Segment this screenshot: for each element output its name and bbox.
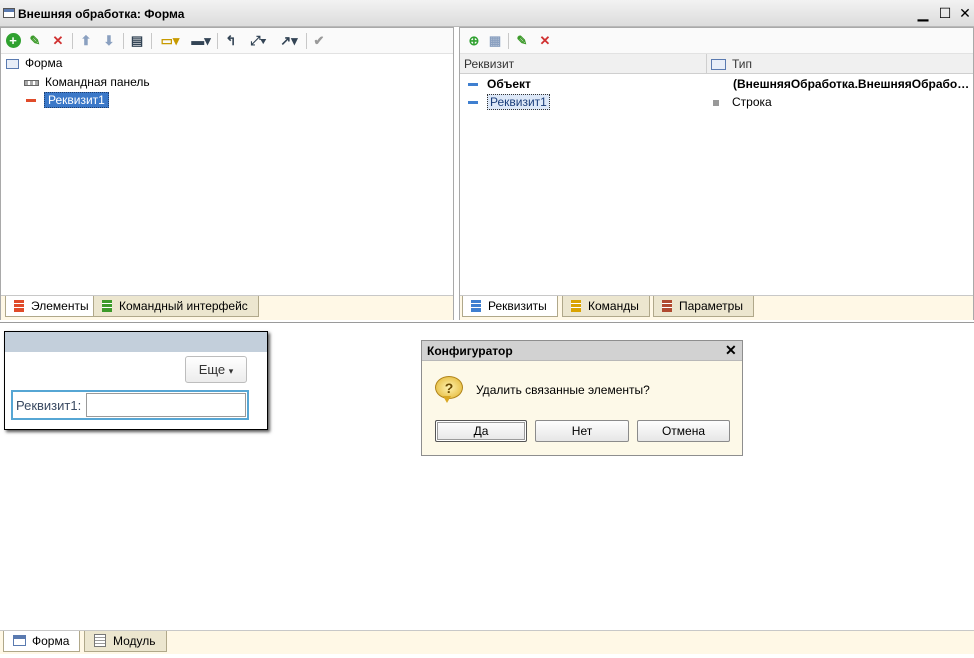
- tree-item-form[interactable]: Форма: [6, 54, 62, 72]
- attr-field-label: Реквизит1:: [16, 398, 82, 413]
- add-attribute-icon[interactable]: ⊕: [465, 32, 483, 50]
- column-header-attribute[interactable]: Реквизит: [460, 54, 707, 74]
- column-header-label: Тип: [732, 57, 753, 71]
- attribute-icon: [468, 83, 478, 87]
- form-icon: [6, 58, 19, 69]
- tree-item-command-bar[interactable]: Командная панель: [24, 73, 150, 91]
- edit-pencil-icon[interactable]: ✎: [26, 32, 44, 50]
- toolbar-separator: [72, 33, 73, 49]
- commands-tab-icon: [571, 300, 581, 312]
- toolbar-separator: [123, 33, 124, 49]
- group-dropdown-icon[interactable]: ▬▾: [187, 32, 215, 50]
- tab-attributes[interactable]: Реквизиты: [462, 296, 558, 317]
- type-column-icon: [711, 59, 726, 71]
- tab-module[interactable]: Модуль: [84, 631, 167, 652]
- dialog-titlebar: Конфигуратор ✕: [422, 341, 742, 361]
- move-down-icon[interactable]: ⬇: [100, 32, 118, 50]
- bottom-tabstrip: Форма Модуль: [0, 630, 974, 654]
- attribute-row-object[interactable]: Объект: [468, 75, 531, 93]
- toolbar-separator: [508, 33, 509, 49]
- delete-icon[interactable]: ✕: [536, 32, 554, 50]
- attributes-tab-icon: [471, 300, 481, 312]
- add-icon[interactable]: +: [4, 32, 22, 50]
- dialog-title: Конфигуратор: [427, 344, 513, 358]
- cancel-button[interactable]: Отмена: [637, 420, 730, 442]
- dialog-message: Удалить связанные элементы?: [476, 383, 650, 397]
- elements-pane: + ✎ ✕ ⬆ ⬇ ▤ ▭▾ ▬▾ ↰ ⤢▾ ↗▾ ✔ Форма Команд…: [0, 27, 454, 320]
- expand-dropdown-icon[interactable]: ↗▾: [275, 32, 303, 50]
- attribute-type-cell: Строка: [713, 93, 772, 111]
- toolbar-separator: [217, 33, 218, 49]
- tab-form[interactable]: Форма: [3, 631, 81, 652]
- tab-label: Реквизиты: [488, 299, 547, 313]
- question-icon: ?: [435, 376, 463, 404]
- toolbar-separator: [306, 33, 307, 49]
- more-button[interactable]: Еще ▾: [185, 356, 247, 383]
- maximize-button[interactable]: ☐: [937, 5, 953, 21]
- dialog-close-button[interactable]: ✕: [725, 342, 737, 359]
- edit-pencil-icon[interactable]: ✎: [513, 32, 531, 50]
- elements-toolbar: + ✎ ✕ ⬆ ⬇ ▤ ▭▾ ▬▾ ↰ ⤢▾ ↗▾ ✔: [1, 28, 453, 54]
- display-dropdown-icon[interactable]: ▭▾: [156, 32, 184, 50]
- string-type-icon: [713, 99, 719, 106]
- tab-label: Модуль: [113, 634, 156, 648]
- form-preview-icon[interactable]: ▤: [128, 32, 146, 50]
- tab-parameters[interactable]: Параметры: [653, 296, 754, 317]
- command-interface-tab-icon: [102, 300, 112, 312]
- form-tab-icon: [13, 635, 26, 646]
- delete-icon[interactable]: ✕: [49, 32, 67, 50]
- window-titlebar: Внешняя обработка: Форма ▁ ☐ ✕: [0, 0, 974, 27]
- elements-tab-icon: [14, 300, 24, 312]
- attribute-icon: [26, 99, 36, 103]
- attributes-pane: ⊕ ▦ ✎ ✕ Реквизит Тип Объект (ВнешняяОбра…: [459, 27, 974, 320]
- link-icon[interactable]: ↰: [222, 32, 240, 50]
- elements-tabstrip: Элементы Командный интерфейс: [1, 295, 453, 320]
- tab-label: Форма: [32, 634, 70, 648]
- copy-attribute-icon[interactable]: ▦: [486, 32, 504, 50]
- tree-item-label: Командная панель: [45, 75, 150, 89]
- form-window-icon: [3, 8, 15, 18]
- attribute-name-selected: Реквизит1: [487, 94, 550, 110]
- close-window-button[interactable]: ✕: [957, 5, 973, 21]
- resize-dropdown-icon[interactable]: ⤢▾: [244, 32, 272, 50]
- splitter[interactable]: [0, 322, 974, 323]
- attribute-type: Строка: [732, 95, 772, 109]
- module-tab-icon: [94, 634, 106, 647]
- move-up-icon[interactable]: ⬆: [77, 32, 95, 50]
- attribute-name: Объект: [487, 77, 531, 91]
- tab-label: Элементы: [31, 299, 89, 313]
- dropdown-arrow-icon: ▾: [228, 366, 234, 376]
- toolbar-separator: [151, 33, 152, 49]
- tab-label: Параметры: [679, 299, 743, 313]
- tab-label: Команды: [588, 299, 639, 313]
- attributes-toolbar: ⊕ ▦ ✎ ✕: [460, 28, 973, 54]
- tree-item-label-selected: Реквизит1: [44, 92, 109, 108]
- column-header-type[interactable]: Тип: [707, 54, 973, 74]
- check-icon[interactable]: ✔: [310, 32, 328, 50]
- yes-button[interactable]: Да: [435, 420, 527, 442]
- command-bar-icon: [24, 79, 39, 86]
- tree-item-attr[interactable]: Реквизит1: [26, 91, 109, 109]
- attr-input[interactable]: [86, 393, 246, 417]
- tab-elements[interactable]: Элементы: [5, 296, 100, 317]
- confirm-dialog: Конфигуратор ✕ ? Удалить связанные элеме…: [421, 340, 743, 456]
- minimize-button[interactable]: ▁: [915, 5, 931, 21]
- tab-label: Командный интерфейс: [119, 299, 248, 313]
- attributes-tabstrip: Реквизиты Команды Параметры: [460, 295, 973, 320]
- attribute-icon: [468, 101, 478, 105]
- tab-commands[interactable]: Команды: [562, 296, 650, 317]
- attribute-row-attr1[interactable]: Реквизит1: [468, 93, 550, 111]
- window-title: Внешняя обработка: Форма: [18, 7, 185, 21]
- preview-header: [5, 332, 267, 352]
- parameters-tab-icon: [662, 300, 672, 312]
- tab-command-interface[interactable]: Командный интерфейс: [93, 296, 259, 317]
- form-preview: Еще ▾ Реквизит1:: [4, 331, 268, 430]
- more-button-label: Еще: [198, 362, 226, 377]
- no-button[interactable]: Нет: [535, 420, 629, 442]
- tree-item-label: Форма: [25, 56, 63, 70]
- attribute-type: (ВнешняяОбработка.ВнешняяОбрабо…: [733, 77, 969, 91]
